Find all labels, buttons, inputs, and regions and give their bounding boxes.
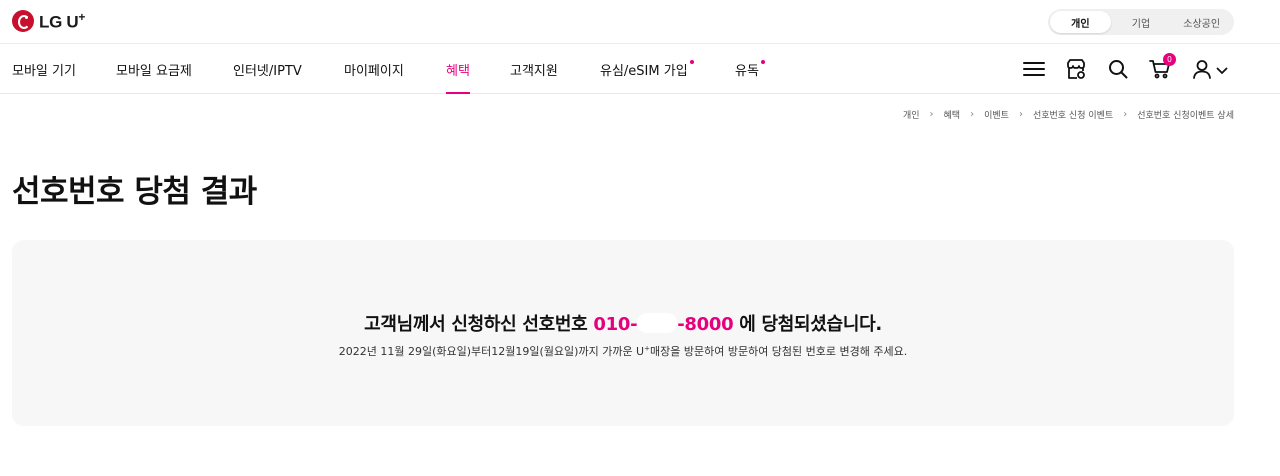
- logo-label: LG U: [39, 12, 79, 32]
- number-suffix: -8000: [677, 314, 734, 335]
- nav-usim-esim[interactable]: 유심/eSIM 가입: [600, 44, 694, 94]
- chevron-right-icon: ›: [929, 109, 934, 120]
- nav-label: 유심/eSIM 가입: [600, 63, 688, 79]
- segment-personal[interactable]: 개인: [1050, 11, 1111, 33]
- result-text-after: 에 당첨되셨습니다.: [733, 314, 882, 335]
- result-message: 고객님께서 신청하신 선호번호 010- -8000 에 당첨되셨습니다.: [12, 310, 1234, 336]
- cart-count-badge: 0: [1163, 53, 1176, 66]
- nav-label: 혜택: [446, 63, 470, 79]
- lg-uplus-logo[interactable]: LG U+: [12, 10, 85, 33]
- number-mask: [637, 313, 678, 333]
- breadcrumb-events[interactable]: 이벤트: [984, 108, 1009, 121]
- instructions-after: 매장을 방문하여 방문하여 당첨된 번호로 변경해 주세요.: [650, 345, 908, 358]
- nav-subscription[interactable]: 유독: [735, 44, 765, 94]
- nav-label: 모바일 요금제: [116, 63, 192, 79]
- chevron-right-icon: ›: [970, 109, 975, 120]
- customer-type-switch: 개인 기업 소상공인: [1048, 9, 1234, 35]
- top-bar: LG U+ 개인 기업 소상공인: [0, 0, 1280, 44]
- nav-benefits[interactable]: 혜택: [446, 44, 470, 94]
- user-icon: [1190, 57, 1214, 81]
- nav-mobile-plans[interactable]: 모바일 요금제: [116, 44, 192, 94]
- breadcrumb: 개인 › 혜택 › 이벤트 › 선호번호 신청 이벤트 › 선호번호 신청이벤트…: [903, 108, 1234, 121]
- main-nav: 모바일 기기 모바일 요금제 인터넷/IPTV 마이페이지 혜택 고객지원 유심…: [0, 44, 1280, 94]
- result-box: 고객님께서 신청하신 선호번호 010- -8000 에 당첨되셨습니다. 202…: [12, 240, 1234, 426]
- instructions-before: 2022년 11월 29일(화요일)부터12월19일(월요일)까지 가까운 U: [338, 345, 645, 358]
- cart-icon[interactable]: 0: [1148, 53, 1176, 81]
- store-icon[interactable]: [1064, 57, 1088, 81]
- breadcrumb-personal[interactable]: 개인: [903, 108, 920, 121]
- logo-text: LG U+: [39, 10, 85, 33]
- result-instructions: 2022년 11월 29일(화요일)부터12월19일(월요일)까지 가까운 U+…: [12, 343, 1234, 359]
- nav-customer-support[interactable]: 고객지원: [510, 44, 558, 94]
- nav-label: 인터넷/IPTV: [233, 63, 302, 79]
- result-text-before: 고객님께서 신청하신 선호번호: [364, 314, 594, 335]
- breadcrumb-event-detail: 선호번호 신청이벤트 상세: [1137, 111, 1234, 121]
- nav-internet-iptv[interactable]: 인터넷/IPTV: [233, 44, 302, 94]
- lg-logo-mark: [12, 10, 34, 33]
- utility-icons: 0: [1022, 44, 1228, 94]
- nav-label: 고객지원: [510, 63, 558, 79]
- nav-mobile-devices[interactable]: 모바일 기기: [12, 44, 76, 94]
- new-dot: [760, 60, 765, 64]
- new-dot: [689, 60, 694, 64]
- breadcrumb-benefits[interactable]: 혜택: [944, 108, 961, 121]
- nav-label: 마이페이지: [344, 63, 404, 79]
- breadcrumb-number-event[interactable]: 선호번호 신청 이벤트: [1033, 108, 1113, 121]
- search-icon[interactable]: [1106, 57, 1130, 81]
- number-prefix: 010-: [593, 314, 638, 335]
- chevron-right-icon: ›: [1018, 109, 1023, 120]
- logo-plus: +: [78, 10, 86, 24]
- user-menu[interactable]: [1190, 57, 1228, 81]
- nav-my-page[interactable]: 마이페이지: [344, 44, 404, 94]
- segment-small-business[interactable]: 소상공인: [1171, 11, 1232, 33]
- segment-business[interactable]: 기업: [1111, 11, 1172, 33]
- nav-label: 모바일 기기: [12, 63, 76, 79]
- menu-icon[interactable]: [1022, 57, 1046, 81]
- chevron-down-icon: [1216, 60, 1228, 79]
- page-title: 선호번호 당첨 결과: [12, 174, 257, 210]
- nav-label: 유독: [735, 63, 759, 79]
- chevron-right-icon: ›: [1123, 109, 1128, 120]
